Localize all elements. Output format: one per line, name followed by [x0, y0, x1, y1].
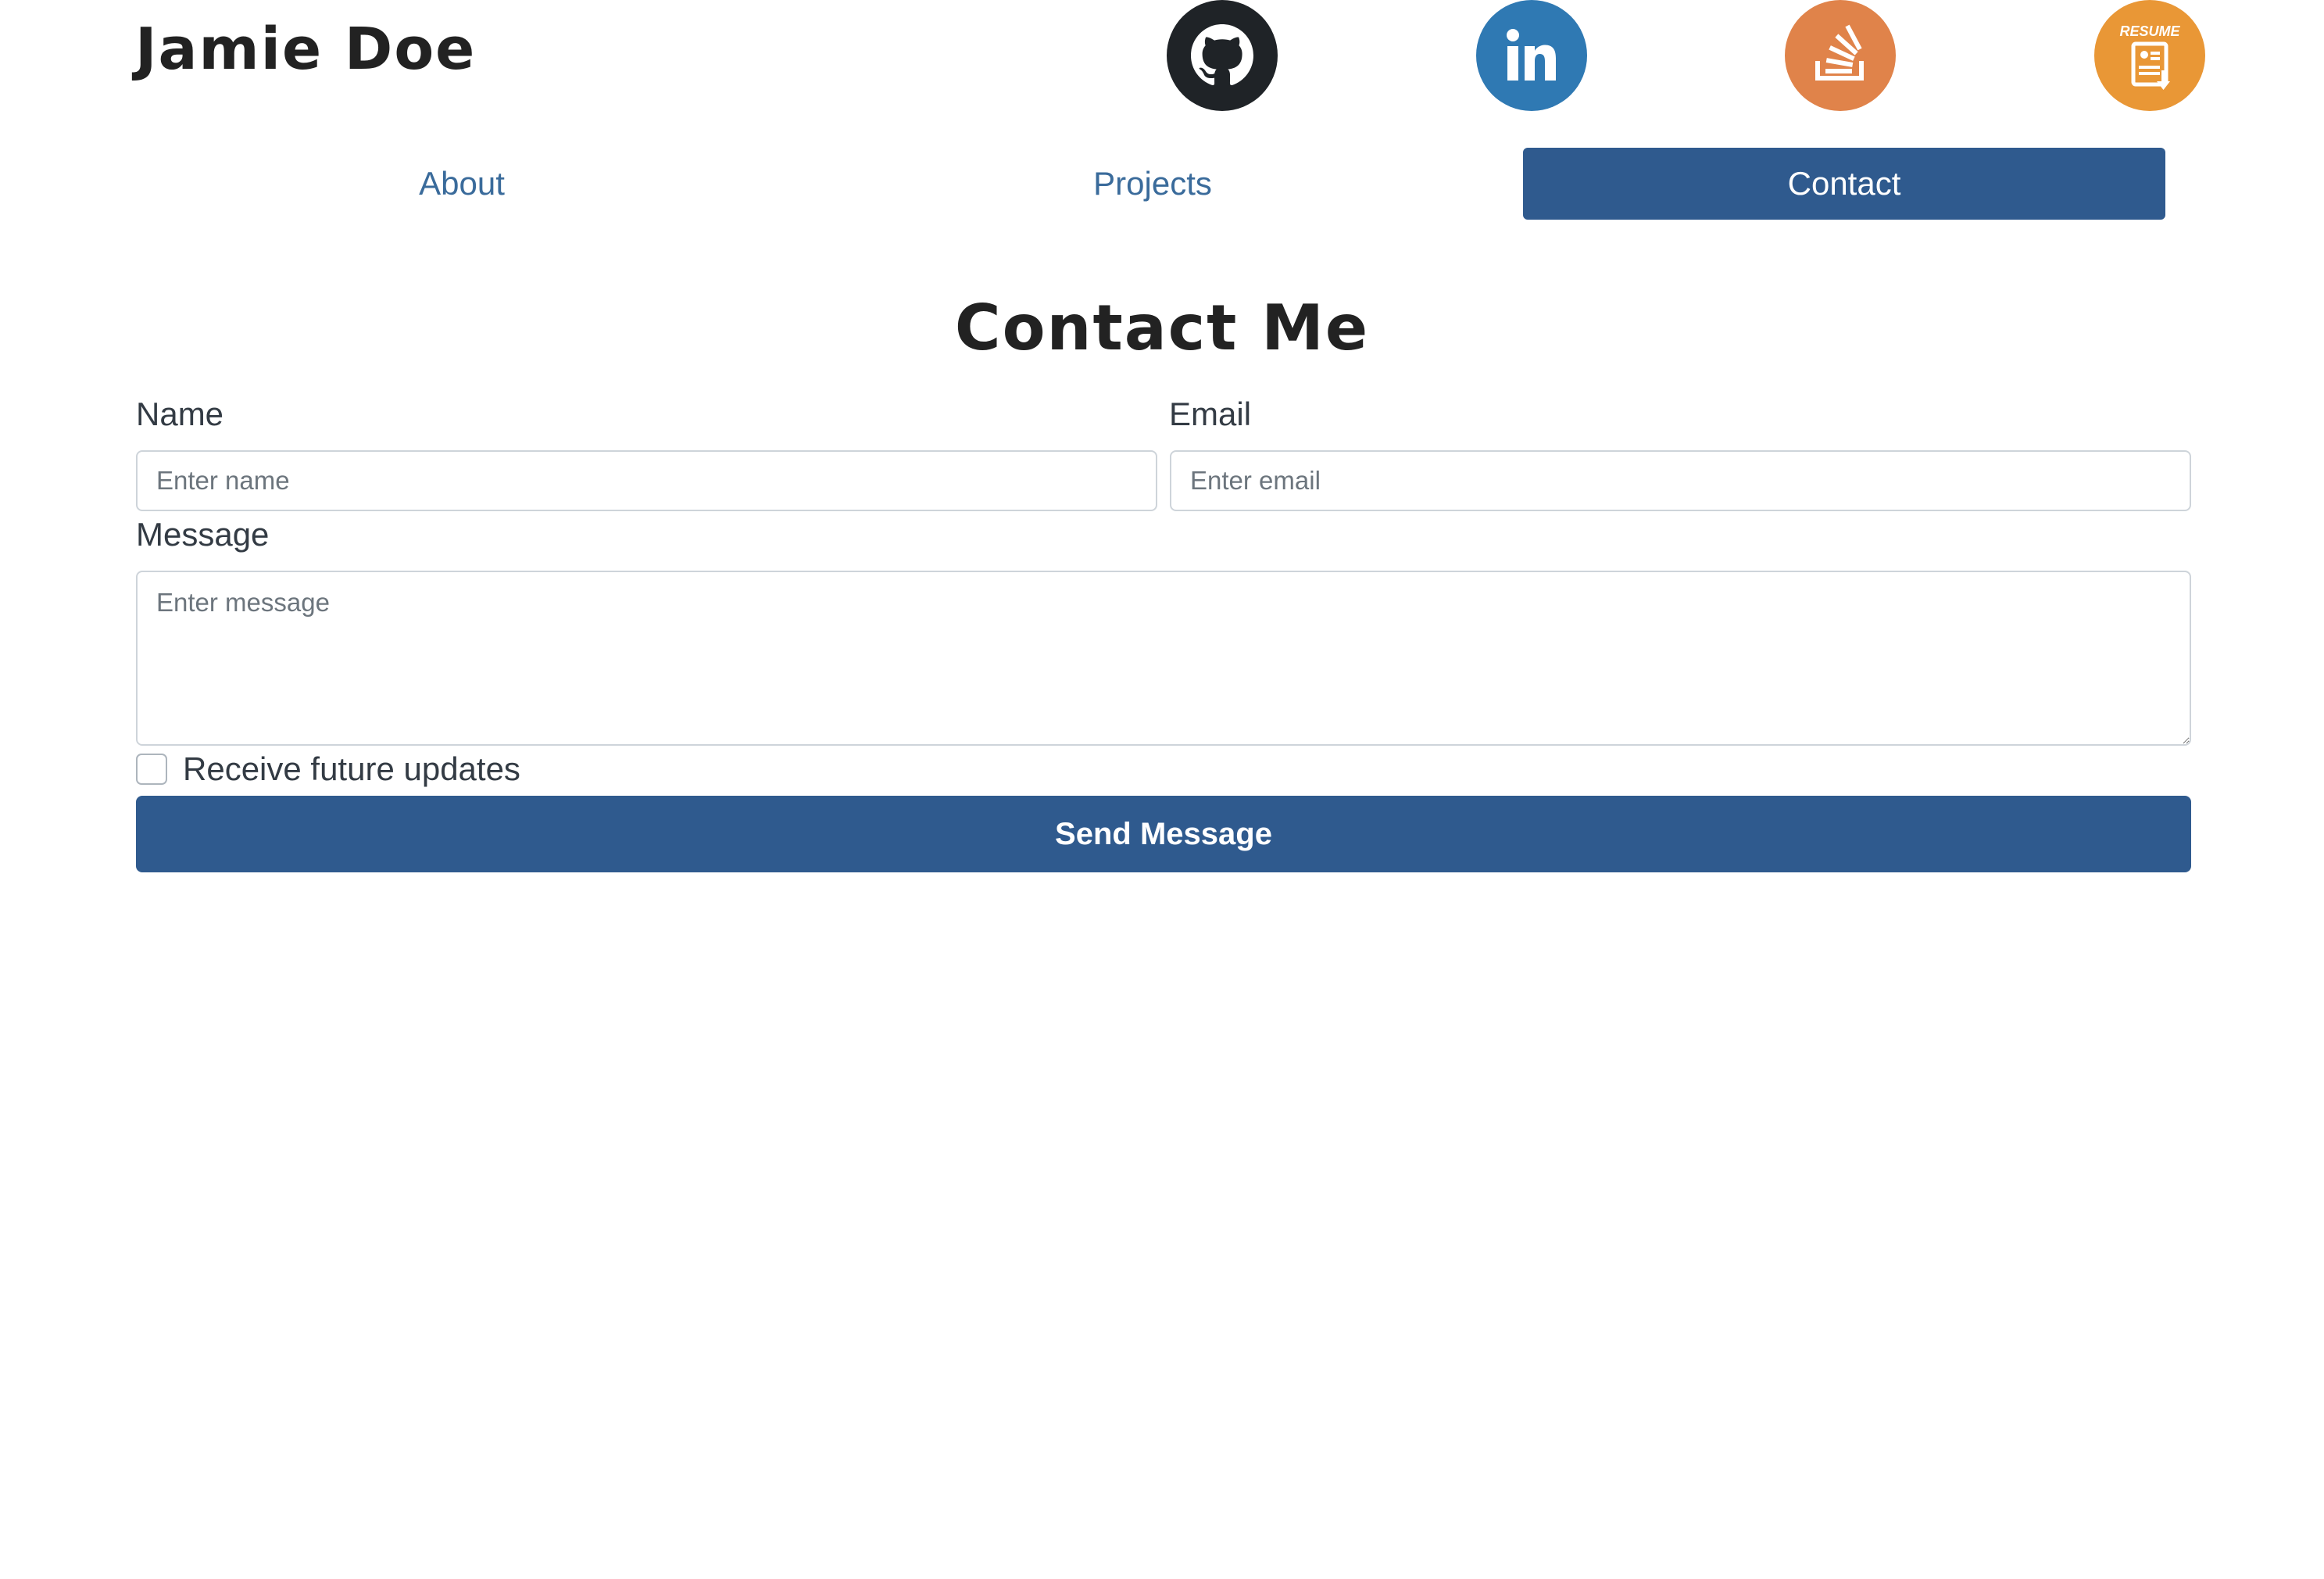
- updates-checkbox-label[interactable]: Receive future updates: [183, 750, 520, 788]
- github-link[interactable]: [1167, 0, 1278, 111]
- resume-icon-caption: RESUME: [2119, 23, 2180, 39]
- message-label: Message: [136, 516, 270, 553]
- page-title: Contact Me: [954, 292, 1370, 364]
- updates-checkbox[interactable]: [136, 754, 167, 785]
- resume-download-icon: RESUME: [2119, 23, 2180, 90]
- name-input[interactable]: [136, 450, 1157, 511]
- nav-tab-about[interactable]: About: [141, 148, 783, 220]
- email-input[interactable]: [1170, 450, 2191, 511]
- linkedin-icon: [1507, 29, 1556, 81]
- linkedin-link[interactable]: [1476, 0, 1587, 111]
- send-message-button[interactable]: Send Message: [136, 796, 2191, 872]
- resume-download-link[interactable]: RESUME: [2094, 0, 2205, 111]
- nav-tab-contact[interactable]: Contact: [1523, 148, 2165, 220]
- updates-option: Receive future updates: [136, 750, 520, 788]
- stack-overflow-link[interactable]: [1785, 0, 1896, 111]
- nav-tab-projects[interactable]: Projects: [831, 148, 1474, 220]
- name-label: Name: [136, 396, 224, 432]
- email-label: Email: [1169, 396, 1252, 432]
- stack-overflow-icon: [1815, 24, 1864, 81]
- site-brand[interactable]: Jamie Doe: [135, 14, 476, 84]
- message-textarea[interactable]: [136, 571, 2191, 746]
- github-icon: [1191, 24, 1253, 86]
